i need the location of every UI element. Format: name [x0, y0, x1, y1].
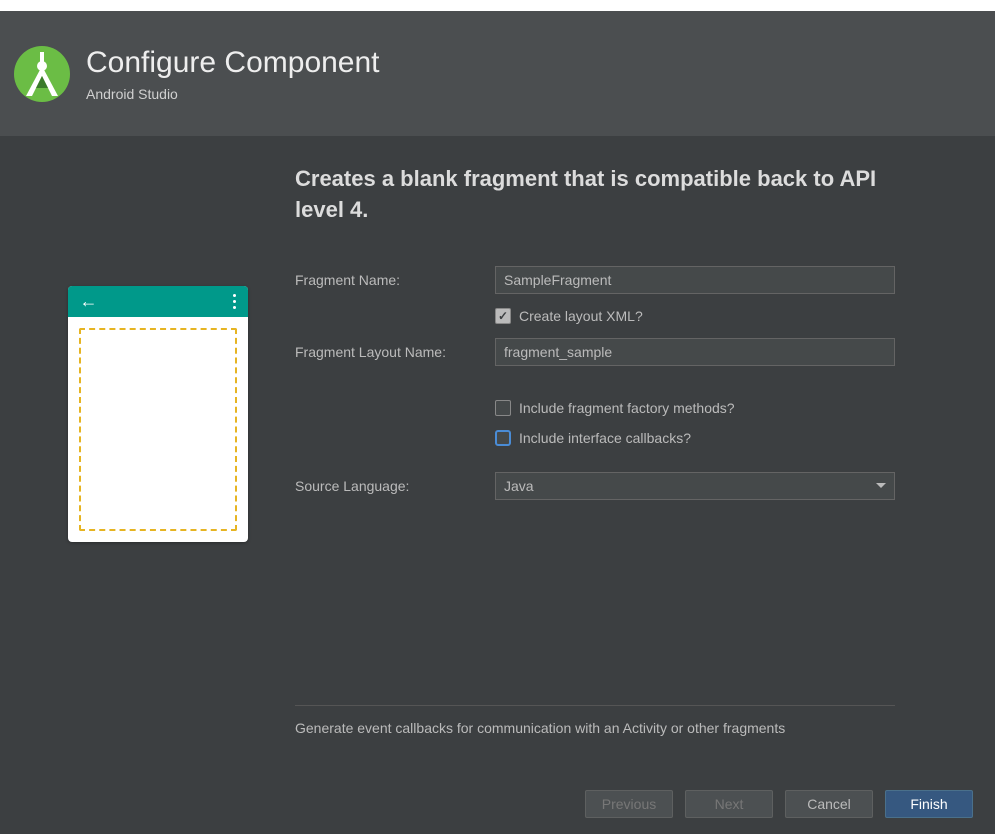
- preview-body: [68, 317, 248, 542]
- fragment-name-label: Fragment Name:: [295, 272, 495, 288]
- fragment-name-row: Fragment Name:: [295, 266, 895, 294]
- source-language-row: Source Language: Java: [295, 472, 895, 500]
- preview-dashed-area: [79, 328, 237, 531]
- include-factory-label: Include fragment factory methods?: [519, 400, 735, 416]
- source-language-label: Source Language:: [295, 478, 495, 494]
- fragment-preview: ←: [68, 286, 248, 542]
- create-layout-row: Create layout XML?: [495, 308, 895, 324]
- next-button[interactable]: Next: [685, 790, 773, 818]
- back-arrow-icon: ←: [80, 291, 98, 312]
- overflow-menu-icon: [233, 294, 236, 309]
- dialog-title: Configure Component: [86, 46, 380, 80]
- android-studio-icon: [12, 44, 72, 104]
- layout-name-input[interactable]: [495, 338, 895, 366]
- content-area: ← Creates a blank fragment that is compa…: [0, 136, 995, 766]
- include-callbacks-checkbox[interactable]: [495, 430, 511, 446]
- preview-topbar: ←: [68, 286, 248, 317]
- footer-help-text: Generate event callbacks for communicati…: [295, 705, 895, 736]
- previous-button[interactable]: Previous: [585, 790, 673, 818]
- preview-column: ←: [20, 164, 295, 766]
- source-language-select[interactable]: Java: [495, 472, 895, 500]
- button-bar: Previous Next Cancel Finish: [0, 766, 995, 834]
- include-factory-checkbox[interactable]: [495, 400, 511, 416]
- finish-button[interactable]: Finish: [885, 790, 973, 818]
- top-white-bar: [0, 0, 995, 11]
- layout-name-label: Fragment Layout Name:: [295, 344, 495, 360]
- layout-name-row: Fragment Layout Name:: [295, 338, 895, 366]
- header-text: Configure Component Android Studio: [86, 46, 380, 102]
- create-layout-checkbox[interactable]: [495, 308, 511, 324]
- source-language-value: Java: [504, 478, 534, 494]
- include-callbacks-label: Include interface callbacks?: [519, 430, 691, 446]
- form-column: Creates a blank fragment that is compati…: [295, 164, 975, 766]
- include-callbacks-row: Include interface callbacks?: [495, 430, 895, 446]
- dialog-subtitle: Android Studio: [86, 86, 380, 102]
- fragment-name-input[interactable]: [495, 266, 895, 294]
- chevron-down-icon: [876, 483, 886, 488]
- form-heading: Creates a blank fragment that is compati…: [295, 164, 895, 226]
- create-layout-label: Create layout XML?: [519, 308, 643, 324]
- cancel-button[interactable]: Cancel: [785, 790, 873, 818]
- dialog-header: Configure Component Android Studio: [0, 11, 995, 136]
- include-factory-row: Include fragment factory methods?: [495, 400, 895, 416]
